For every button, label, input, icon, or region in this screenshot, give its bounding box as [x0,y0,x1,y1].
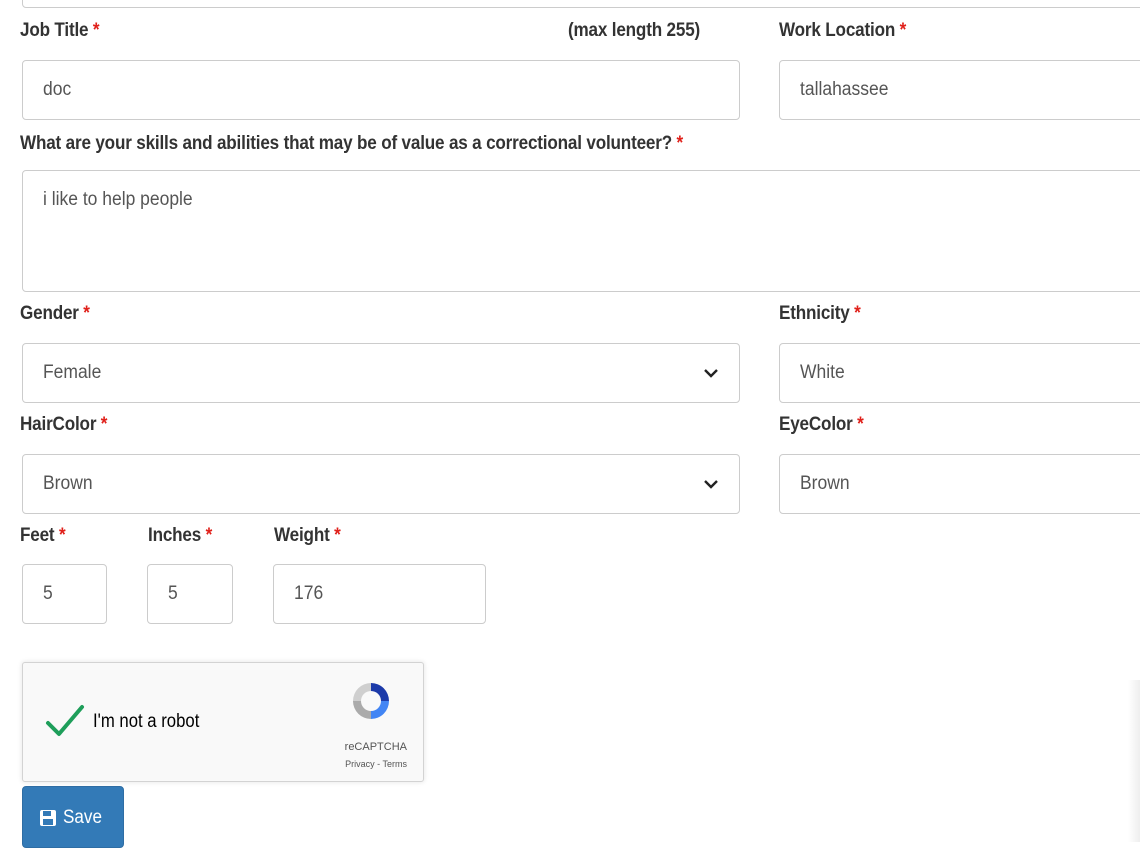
chevron-down-icon [704,369,718,378]
gender-selected: Female [43,362,102,383]
ethnicity-select[interactable]: White [779,343,1140,403]
hair-color-selected: Brown [43,473,93,494]
recaptcha-brand: reCAPTCHA [344,741,407,753]
save-button[interactable]: Save [22,786,124,848]
hair-color-select[interactable]: Brown [22,454,740,514]
job-title-label: Job Title * [20,20,100,41]
recaptcha-label: I'm not a robot [93,711,200,732]
gender-label: Gender * [20,303,90,324]
save-button-label: Save [63,807,102,828]
eye-color-selected: Brown [800,473,850,494]
job-title-input[interactable]: doc [22,60,740,120]
work-location-label: Work Location * [779,20,907,41]
weight-label: Weight * [274,525,341,546]
hair-color-label: HairColor * [20,414,108,435]
skills-value: i like to help people [43,189,193,210]
chevron-down-icon [704,480,718,489]
inches-value: 5 [168,583,178,604]
recaptcha-widget: I'm not a robot reCAPTCHA Privacy - Term… [22,662,424,782]
inches-label: Inches * [148,525,213,546]
work-location-input[interactable]: tallahassee [779,60,1140,120]
job-title-value: doc [43,79,72,100]
weight-value: 176 [294,583,324,604]
inches-input[interactable]: 5 [147,564,233,624]
floppy-disk-icon [40,810,56,826]
eye-color-select[interactable]: Brown [779,454,1140,514]
previous-field[interactable] [22,0,1140,8]
recaptcha-privacy-terms-links[interactable]: Privacy - Terms [345,759,407,769]
recaptcha-logo-icon [353,683,389,719]
gender-select[interactable]: Female [22,343,740,403]
feet-label: Feet * [20,525,66,546]
eye-color-label: EyeColor * [779,414,864,435]
feet-value: 5 [43,583,53,604]
skills-label: What are your skills and abilities that … [20,133,683,154]
ethnicity-label: Ethnicity * [779,303,861,324]
weight-input[interactable]: 176 [273,564,486,624]
ethnicity-selected: White [800,362,845,383]
skills-textarea[interactable]: i like to help people [22,170,1140,292]
feet-input[interactable]: 5 [22,564,107,624]
page-edge-decoration [1128,680,1140,842]
checkmark-icon[interactable] [45,703,85,739]
job-title-max-length-hint: (max length 255) [568,20,701,41]
work-location-value: tallahassee [800,79,889,100]
